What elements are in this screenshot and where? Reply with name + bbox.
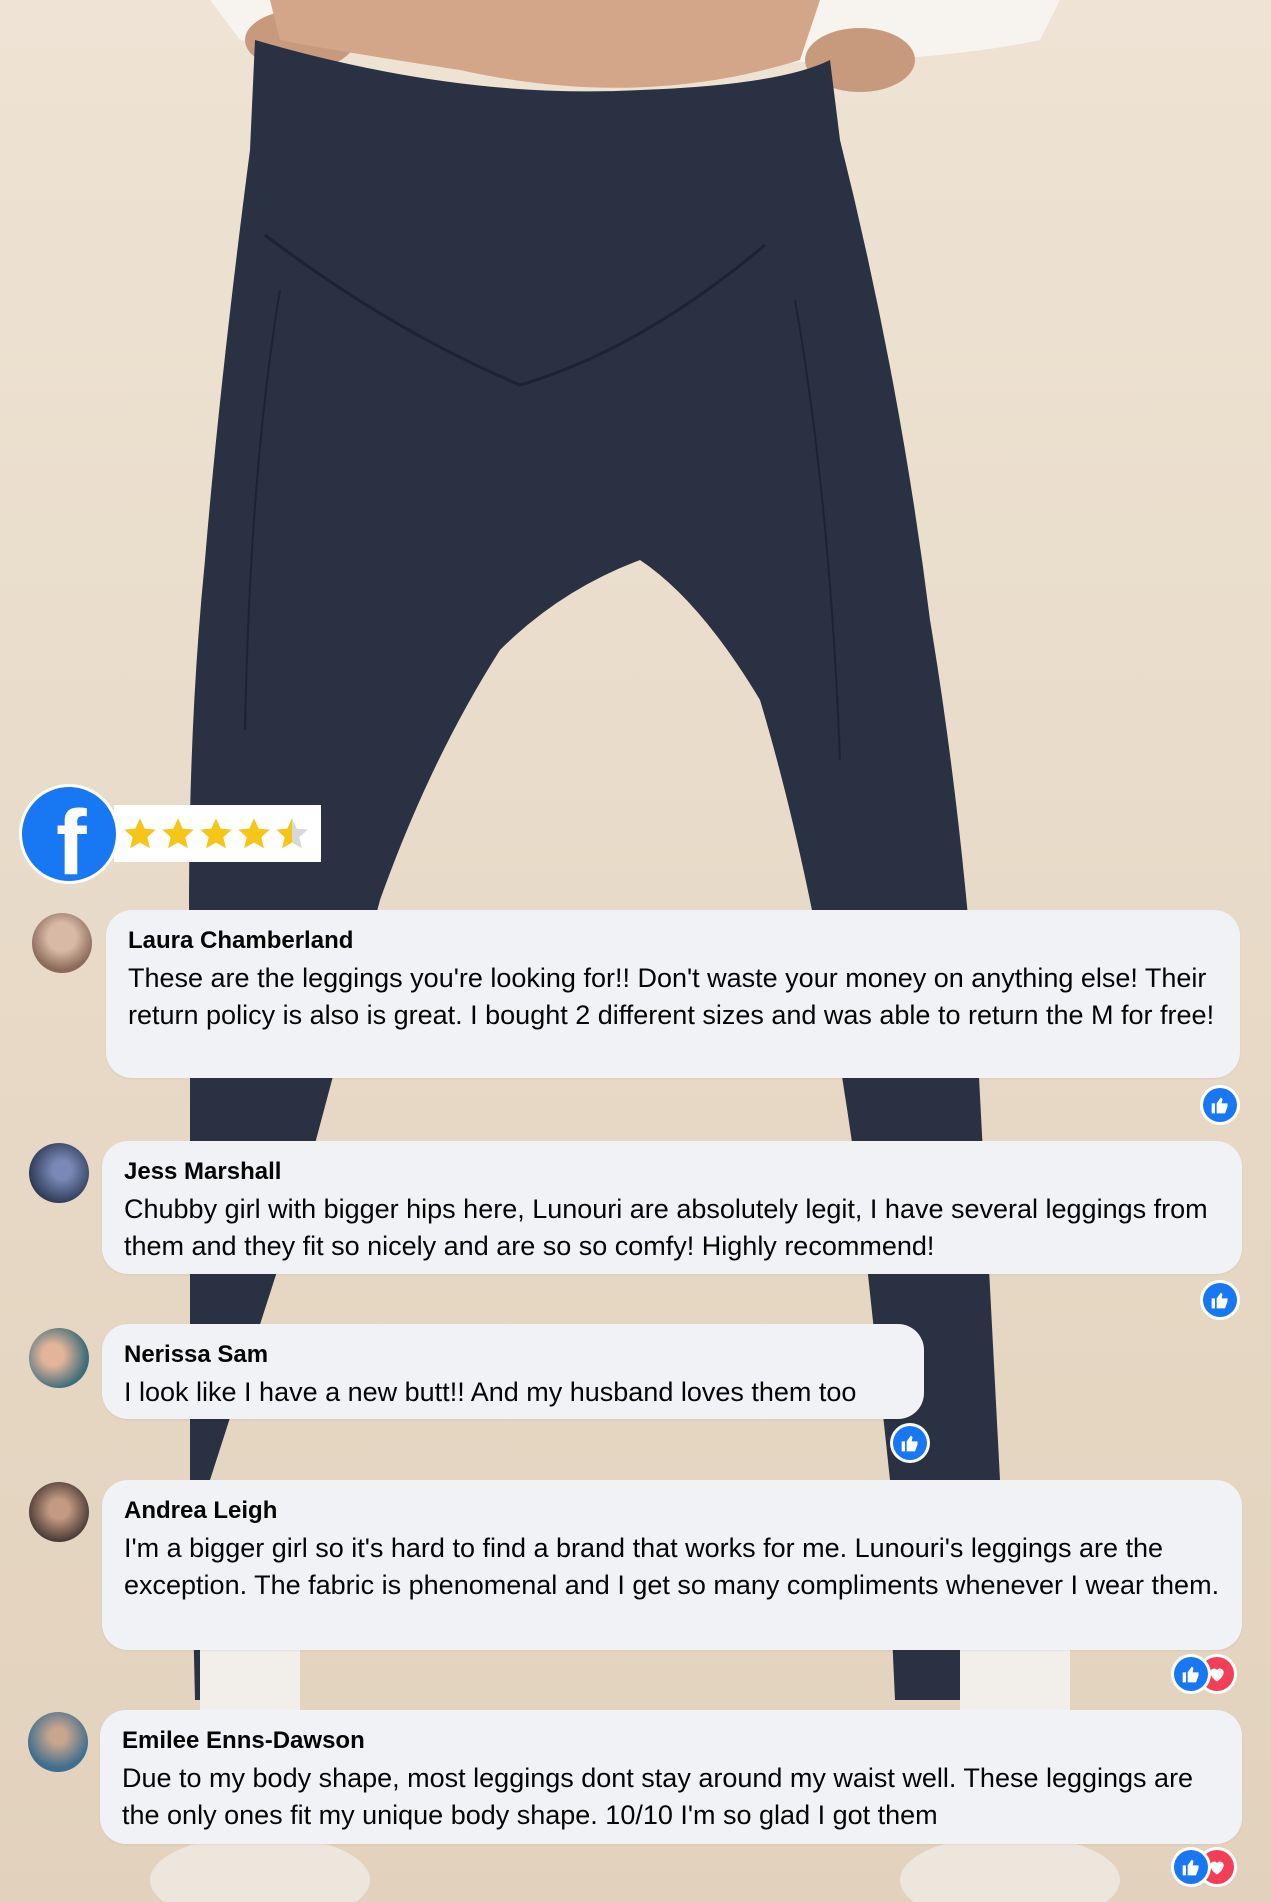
like-icon — [1203, 1283, 1237, 1317]
comment-bubble: Laura Chamberland These are the leggings… — [106, 910, 1240, 1078]
avatar[interactable] — [29, 1482, 89, 1542]
like-icon — [1174, 1850, 1208, 1884]
half-star-icon — [276, 818, 308, 849]
avatar[interactable] — [28, 1712, 88, 1772]
like-icon — [1203, 1088, 1237, 1122]
comment-text: I'm a bigger girl so it's hard to find a… — [124, 1533, 1220, 1600]
comment-text: Chubby girl with bigger hips here, Lunou… — [124, 1194, 1208, 1261]
reactions[interactable] — [893, 1426, 927, 1462]
comment-bubble: Emilee Enns-Dawson Due to my body shape,… — [100, 1710, 1242, 1844]
star-icon — [200, 818, 232, 849]
commenter-name[interactable]: Laura Chamberland — [128, 926, 1218, 956]
avatar[interactable] — [29, 1143, 89, 1203]
star-icon — [124, 818, 156, 849]
comment-bubble: Andrea Leigh I'm a bigger girl so it's h… — [102, 1480, 1242, 1650]
avatar[interactable] — [29, 1328, 89, 1388]
reactions[interactable] — [1174, 1850, 1236, 1886]
comment-bubble: Jess Marshall Chubby girl with bigger hi… — [102, 1141, 1242, 1274]
star-rating — [114, 805, 321, 862]
comment-bubble: Nerissa Sam I look like I have a new but… — [102, 1324, 924, 1419]
commenter-name[interactable]: Jess Marshall — [124, 1157, 1220, 1187]
comment-text: These are the leggings you're looking fo… — [128, 963, 1215, 1030]
star-icon — [238, 818, 270, 849]
star-icon — [162, 818, 194, 849]
facebook-icon: f — [22, 787, 116, 889]
commenter-name[interactable]: Nerissa Sam — [124, 1340, 902, 1370]
commenter-name[interactable]: Andrea Leigh — [124, 1496, 1220, 1526]
reactions[interactable] — [1203, 1088, 1237, 1124]
comment-text: I look like I have a new butt!! And my h… — [124, 1377, 857, 1407]
reactions[interactable] — [1174, 1657, 1236, 1693]
avatar[interactable] — [32, 913, 92, 973]
like-icon — [1174, 1657, 1208, 1691]
comment-text: Due to my body shape, most leggings dont… — [122, 1763, 1194, 1830]
commenter-name[interactable]: Emilee Enns-Dawson — [122, 1726, 1220, 1756]
like-icon — [893, 1426, 927, 1460]
reactions[interactable] — [1203, 1283, 1237, 1319]
